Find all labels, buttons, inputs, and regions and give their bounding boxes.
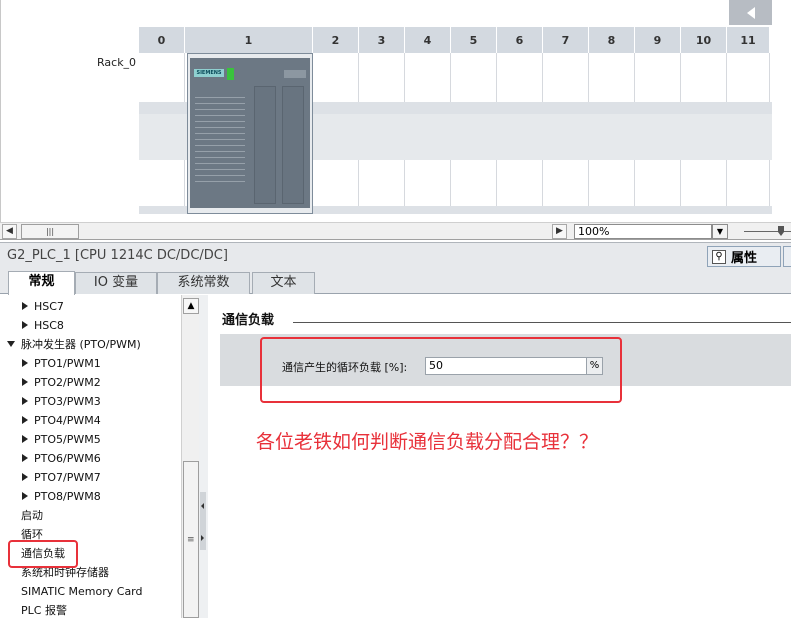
tree-item-pto1[interactable]: PTO1/PWM1 [22,354,202,373]
tab-general[interactable]: 常规 [8,271,75,295]
tree-item-label: HSC7 [34,300,64,313]
expand-arrow-icon[interactable] [22,492,28,500]
slot-header-11: 11 [727,27,770,53]
splitter-grip[interactable] [200,492,206,550]
tree-item-label: PTO6/PWM6 [34,452,101,465]
tree-item-label: PTO8/PWM8 [34,490,101,503]
section-title: 通信负载 [222,313,275,328]
slot-header-4: 4 [405,27,451,53]
tree-item-pto5[interactable]: PTO5/PWM5 [22,430,202,449]
tree-item-pto4[interactable]: PTO4/PWM4 [22,411,202,430]
zoom-field[interactable]: 100% [574,224,712,239]
property-content: 通信负载 通信产生的循环负载 [%]: 50 % 各位老铁如何判断通信负载分配合… [208,295,791,618]
scroll-left-arrow-button[interactable]: ◀ [2,224,17,239]
tree-item-label: PTO5/PWM5 [34,433,101,446]
cpu-module[interactable]: SIEMENS [187,53,313,214]
properties-label: 属性 [731,251,758,266]
expand-right-icon[interactable] [201,535,204,541]
selection-highlight-annotation [8,540,78,568]
tree-item-label: PTO4/PWM4 [34,414,101,427]
arrow-left-icon [746,6,755,19]
expand-arrow-icon[interactable] [22,397,28,405]
section-divider [293,322,791,323]
collapse-arrow-icon[interactable] [7,341,15,347]
slot-header-6: 6 [497,27,543,53]
device-view-toolbar: ◀ ||| ▶ 100% ▼ [0,222,791,240]
terminal-cover-left [254,86,276,204]
zoom-slider[interactable] [740,223,791,239]
tab-io-tags[interactable]: IO 变量 [75,272,157,294]
expand-arrow-icon[interactable] [22,454,28,462]
chevron-down-icon: ▼ [716,227,724,236]
terminal-cover-right [282,86,304,204]
io-labels [195,92,245,182]
info-tab-button[interactable] [783,246,791,267]
scroll-left-button[interactable] [729,0,772,25]
tree-item-pto8[interactable]: PTO8/PWM8 [22,487,202,506]
expand-arrow-icon[interactable] [22,302,28,310]
tree-item-label: PTO1/PWM1 [34,357,101,370]
field-highlight-annotation [260,337,622,403]
expand-arrow-icon[interactable] [22,321,28,329]
properties-icon: ⚲ [712,249,726,264]
tab-texts[interactable]: 文本 [252,272,315,294]
tree-item-pulse-generators[interactable]: 脉冲发生器 (PTO/PWM) [7,335,187,354]
panel-splitter[interactable] [199,295,208,618]
properties-tab-button[interactable]: ⚲ 属性 [707,246,781,267]
collapse-left-icon[interactable] [201,503,204,509]
tree-item-pto6[interactable]: PTO6/PWM6 [22,449,202,468]
tree-item-startup[interactable]: 启动 [21,506,201,525]
expand-arrow-icon[interactable] [22,378,28,386]
slot-header-7: 7 [543,27,589,53]
tree-item-label: PTO7/PWM7 [34,471,101,484]
inspector-tabs: 常规 IO 变量 系统常数 文本 [0,268,791,295]
device-view[interactable]: 0 1 2 3 4 5 6 7 8 9 10 11 Rack_0 SIEMENS [0,0,791,222]
annotation-text: 各位老铁如何判断通信负载分配合理？？ [256,431,599,453]
expand-arrow-icon[interactable] [22,416,28,424]
status-leds [227,68,234,80]
slot-header-2: 2 [313,27,359,53]
tab-system-constants[interactable]: 系统常数 [157,272,250,294]
tree-item-label: PTO3/PWM3 [34,395,101,408]
inspector-title: G2_PLC_1 [CPU 1214C DC/DC/DC] [7,248,228,263]
tree-item-memory-card[interactable]: SIMATIC Memory Card [21,582,201,601]
property-tree: HSC7 HSC8 脉冲发生器 (PTO/PWM) PTO1/PWM1 PTO2… [0,295,199,618]
expand-arrow-icon[interactable] [22,359,28,367]
slot-header-8: 8 [589,27,635,53]
scroll-right-arrow-button[interactable]: ▶ [552,224,567,239]
slot-header-9: 9 [635,27,681,53]
slot-header-0: 0 [139,27,185,53]
tree-item-pto7[interactable]: PTO7/PWM7 [22,468,202,487]
slot-header-3: 3 [359,27,405,53]
tree-item-hsc7[interactable]: HSC7 [22,297,202,316]
grip-icon: ≡ [187,535,195,545]
tree-item-label: 脉冲发生器 (PTO/PWM) [21,338,141,351]
tree-item-pto3[interactable]: PTO3/PWM3 [22,392,202,411]
zoom-dropdown-button[interactable]: ▼ [712,224,728,239]
tree-item-pto2[interactable]: PTO2/PWM2 [22,373,202,392]
tree-item-label: HSC8 [34,319,64,332]
inspector-title-bar: G2_PLC_1 [CPU 1214C DC/DC/DC] ⚲ 属性 [0,242,791,268]
slot-header-5: 5 [451,27,497,53]
rack-label: Rack_0 [97,56,137,69]
expand-arrow-icon[interactable] [22,435,28,443]
model-plate [284,70,306,78]
tree-vertical-scrollbar[interactable]: ▲ ≡ [181,295,199,618]
zoom-slider-handle[interactable] [778,226,784,236]
siemens-logo: SIEMENS [194,69,224,77]
scroll-up-button[interactable]: ▲ [183,298,199,314]
slot-header-10: 10 [681,27,727,53]
tree-item-label: PTO2/PWM2 [34,376,101,389]
tree-item-hsc8[interactable]: HSC8 [22,316,202,335]
slot-header-1: 1 [185,27,313,53]
cpu-module-image: SIEMENS [190,58,310,208]
expand-arrow-icon[interactable] [22,473,28,481]
vertical-scroll-thumb[interactable]: ≡ [183,461,199,618]
horizontal-scroll-thumb[interactable]: ||| [21,224,79,239]
tree-item-plc-alarms[interactable]: PLC 报警 [21,601,201,618]
